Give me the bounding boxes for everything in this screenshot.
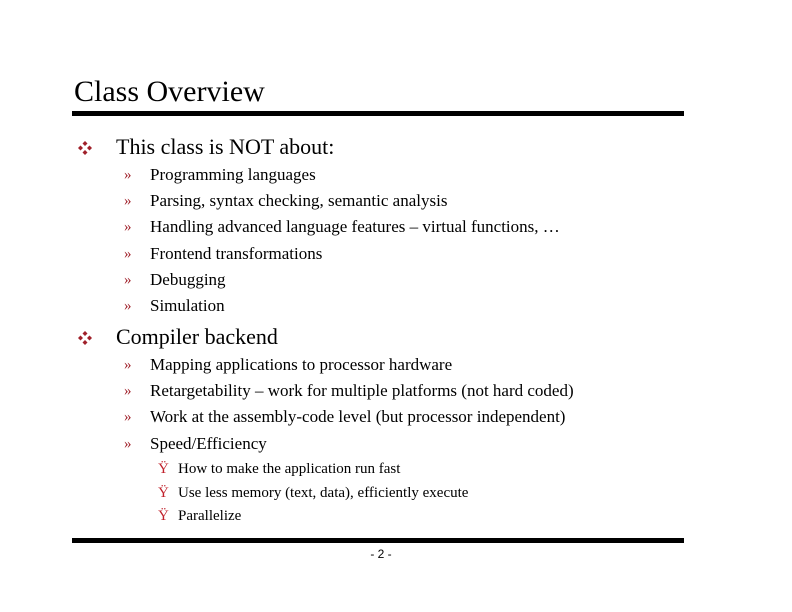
list-item-text: Speed/Efficiency	[150, 434, 267, 453]
list-item-text: Work at the assembly-code level (but pro…	[150, 407, 566, 426]
list-item-text: Frontend transformations	[150, 244, 323, 263]
list-item-text: Parsing, syntax checking, semantic analy…	[150, 191, 448, 210]
y-diaeresis-bullet-icon: Ÿ	[158, 461, 169, 477]
list-item-text: Handling advanced language features – vi…	[150, 217, 560, 236]
double-chevron-icon: »	[124, 383, 132, 399]
title-rule	[72, 111, 684, 116]
diamond-cluster-icon	[78, 331, 92, 345]
y-diaeresis-bullet-icon: Ÿ	[158, 508, 169, 524]
footer-rule	[72, 538, 684, 543]
y-diaeresis-bullet-icon: Ÿ	[158, 485, 169, 501]
section-heading-text: Compiler backend	[116, 324, 278, 349]
double-chevron-icon: »	[124, 298, 132, 314]
sub-list-item-text: Use less memory (text, data), efficientl…	[178, 485, 469, 501]
double-chevron-icon: »	[124, 167, 132, 183]
section-heading-text: This class is NOT about:	[116, 134, 335, 159]
sub-list-item-text: Parallelize	[178, 508, 242, 524]
page-number: - 2 -	[370, 547, 392, 561]
list-item-text: Mapping applications to processor hardwa…	[150, 355, 453, 374]
list-item-text: Programming languages	[150, 165, 316, 184]
sub-list-item-text: How to make the application run fast	[178, 461, 401, 477]
double-chevron-icon: »	[124, 246, 132, 262]
list-item-text: Retargetability – work for multiple plat…	[150, 381, 574, 400]
list-item-text: Debugging	[150, 270, 226, 289]
double-chevron-icon: »	[124, 219, 132, 235]
diamond-cluster-icon	[78, 141, 92, 155]
double-chevron-icon: »	[124, 357, 132, 373]
double-chevron-icon: »	[124, 272, 132, 288]
list-item-text: Simulation	[150, 296, 225, 315]
double-chevron-icon: »	[124, 436, 132, 452]
slide-title: Class Overview	[74, 75, 265, 108]
double-chevron-icon: »	[124, 193, 132, 209]
double-chevron-icon: »	[124, 409, 132, 425]
